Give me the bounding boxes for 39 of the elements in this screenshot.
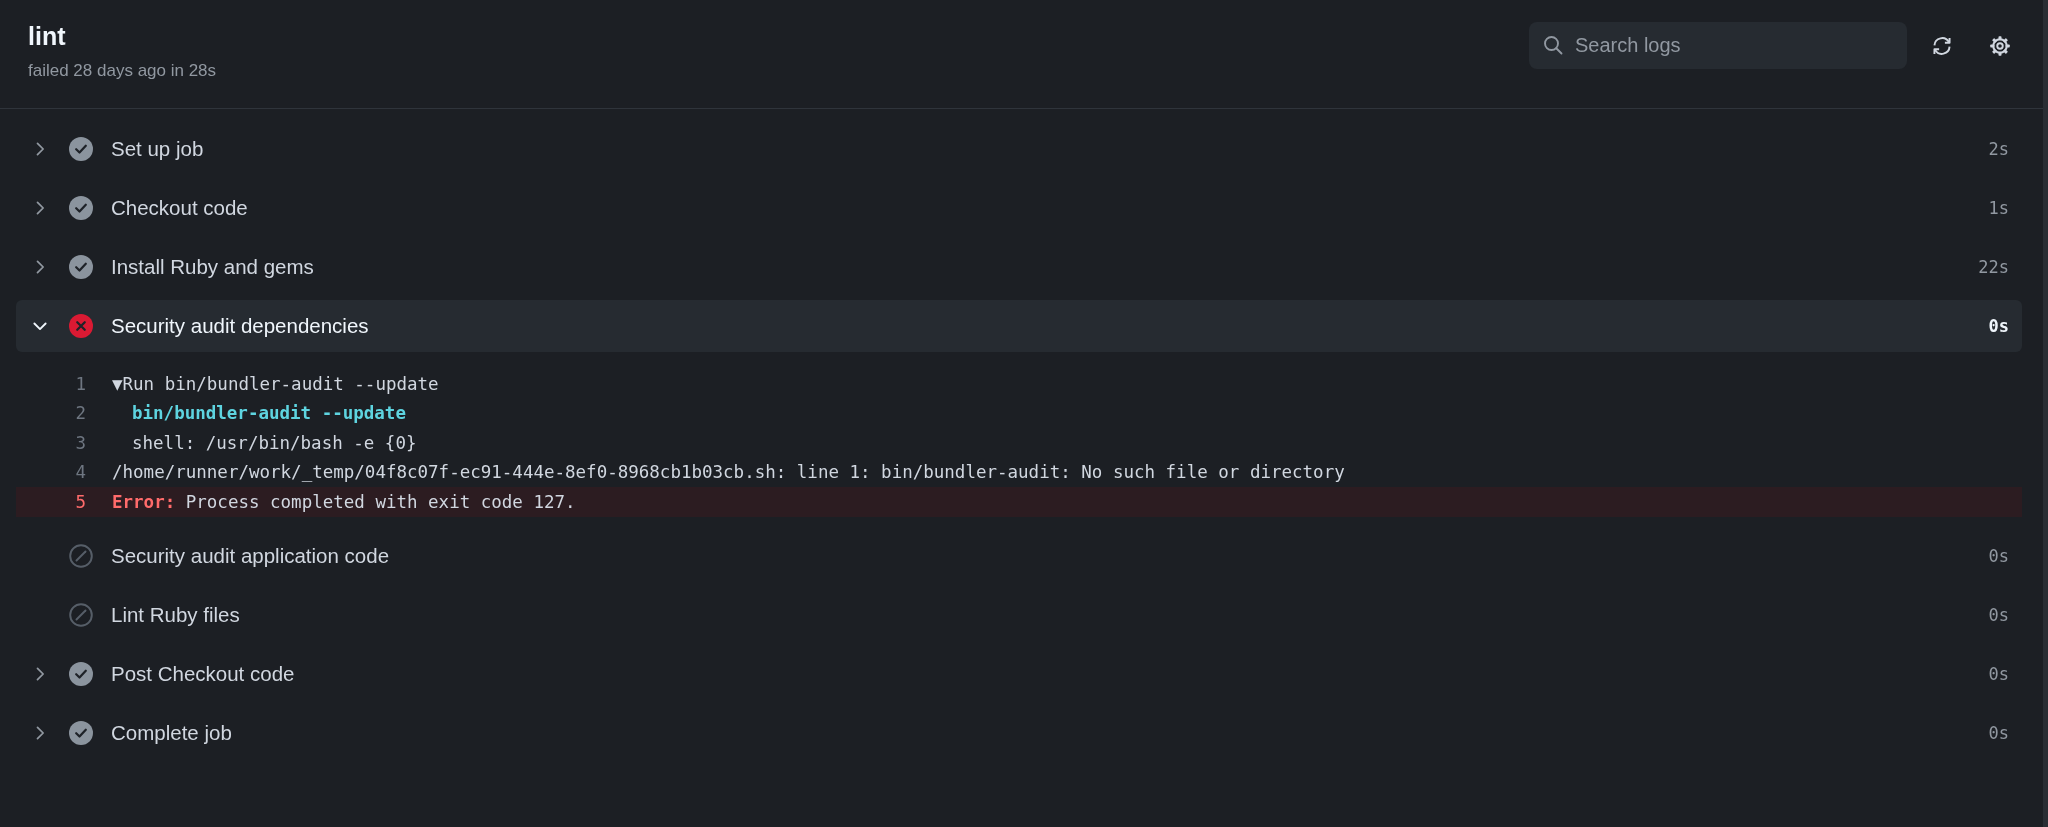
settings-icon [1989,34,2011,57]
step-name: Security audit dependencies [111,313,370,338]
step-duration: 0s [1988,723,2009,743]
step-row[interactable]: Checkout code 1s [16,181,2022,234]
step-duration: 22s [1978,256,2009,277]
step-duration: 0s [1988,605,2009,625]
step-duration: 0s [1988,315,2009,336]
step-name: Lint Ruby files [111,603,241,627]
log-text: ▼Run bin/bundler-audit --update [112,373,439,394]
step-name: Complete job [111,721,233,745]
search-field[interactable]: Search logs [1529,22,1907,69]
refresh-icon [1931,34,1953,57]
step-row[interactable]: Security audit application code 0s [16,530,2022,582]
step-name: Set up job [111,136,205,161]
line-number[interactable]: 5 [16,491,86,512]
job-summary: failed 28 days ago in 28s [28,61,217,81]
log-text: bin/bundler-audit --update [131,403,406,424]
job-title: lint [28,22,67,51]
step-name: Checkout code [111,195,249,220]
step-row[interactable]: Complete job 0s [16,707,2022,759]
log-text: /home/runner/work/_temp/04f8c07f-ec91-444e-8ef0-8968cb1b03cb.sh: line 1: bin/bundler-audit: No such file or directory [112,462,1345,483]
log-text: shell: /usr/bin/bash -e {0} [131,432,417,453]
step-duration: 0s [1988,664,2009,684]
step-duration: 0s [1988,546,2009,566]
step-name: Post Checkout code [111,662,296,686]
step-name: Security audit application code [111,544,391,568]
line-number[interactable]: 3 [16,432,86,453]
log-text: Error: Process completed with exit code 127. [112,491,576,512]
step-row[interactable]: Post Checkout code 0s [16,648,2022,700]
line-number[interactable]: 1 [16,373,86,394]
step-row[interactable]: Set up job 2s [16,122,2022,175]
step-duration: 1s [1988,197,2009,218]
step-duration: 2s [1988,138,2009,159]
step-row[interactable]: Security audit dependencies 0s [16,299,2022,352]
step-row[interactable]: Install Ruby and gems 22s [16,240,2022,293]
line-number[interactable]: 2 [16,403,86,424]
step-row[interactable]: Lint Ruby files 0s [16,589,2022,641]
step-name: Install Ruby and gems [111,254,315,279]
line-number[interactable]: 4 [16,462,86,483]
